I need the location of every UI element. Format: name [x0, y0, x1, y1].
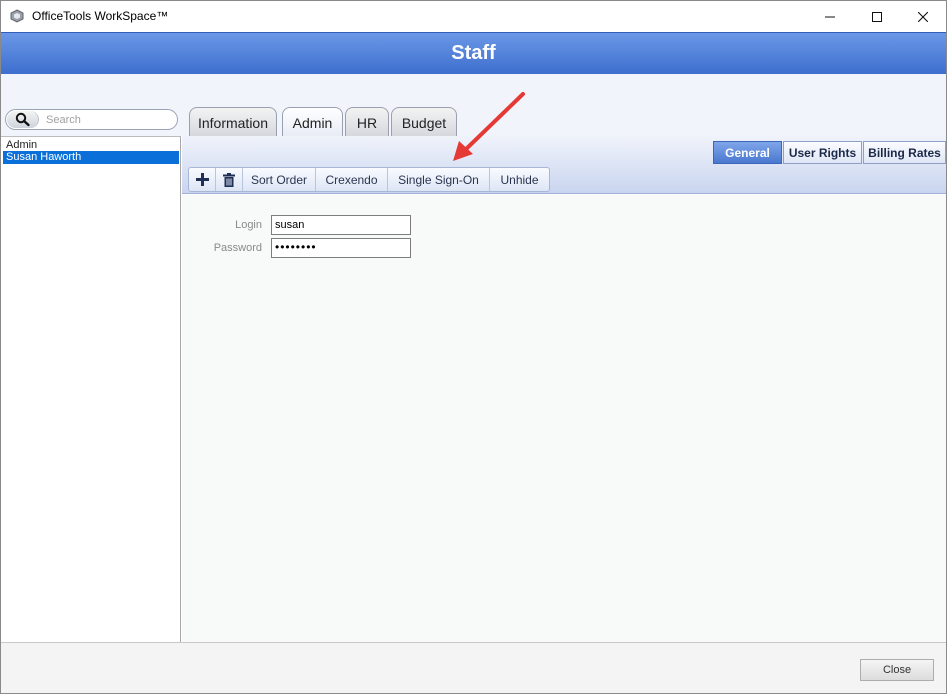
window-close-button[interactable]: [900, 1, 946, 32]
search-input[interactable]: [46, 112, 174, 127]
plus-icon: [195, 173, 209, 186]
subtab-user-rights[interactable]: User Rights: [783, 141, 862, 164]
trash-icon: [223, 172, 235, 187]
maximize-button[interactable]: [854, 1, 900, 32]
login-label: Login: [235, 219, 262, 231]
add-button[interactable]: [189, 168, 216, 191]
app-window: OfficeTools WorkSpace™ Staff Admin Susan…: [0, 0, 947, 694]
login-field[interactable]: [271, 215, 411, 235]
page-header: Staff: [1, 32, 946, 74]
sort-order-button[interactable]: Sort Order: [243, 168, 316, 191]
admin-toolbar: Sort Order Crexendo Single Sign-On Unhid…: [188, 167, 550, 192]
subtab-general[interactable]: General: [713, 141, 782, 164]
tab-hr[interactable]: HR: [345, 107, 389, 136]
app-logo-icon: [10, 9, 24, 23]
search-box[interactable]: [5, 109, 178, 130]
single-sign-on-button[interactable]: Single Sign-On: [388, 168, 490, 191]
staff-list-item-selected[interactable]: Susan Haworth: [3, 151, 179, 164]
window-title: OfficeTools WorkSpace™: [32, 9, 169, 23]
admin-form: Login Password ••••••••: [182, 195, 946, 642]
crexendo-button[interactable]: Crexendo: [316, 168, 388, 191]
subtab-billing-rates[interactable]: Billing Rates: [863, 141, 946, 164]
minimize-icon: [825, 16, 835, 17]
title-bar: OfficeTools WorkSpace™: [1, 1, 946, 32]
password-label: Password: [213, 242, 262, 254]
footer-bar: [1, 642, 946, 693]
tab-admin[interactable]: Admin: [282, 107, 343, 136]
tab-information[interactable]: Information: [189, 107, 277, 136]
close-icon: [918, 11, 928, 22]
delete-button[interactable]: [216, 168, 243, 191]
page-title: Staff: [451, 42, 496, 64]
staff-list: Admin Susan Haworth: [1, 136, 181, 642]
search-icon[interactable]: [7, 111, 39, 128]
close-button[interactable]: Close: [860, 659, 934, 681]
minimize-button[interactable]: [807, 1, 853, 32]
maximize-icon: [872, 11, 882, 22]
unhide-button[interactable]: Unhide: [490, 168, 549, 191]
annotation-arrow-icon: [453, 92, 525, 161]
password-field[interactable]: ••••••••: [271, 238, 411, 258]
